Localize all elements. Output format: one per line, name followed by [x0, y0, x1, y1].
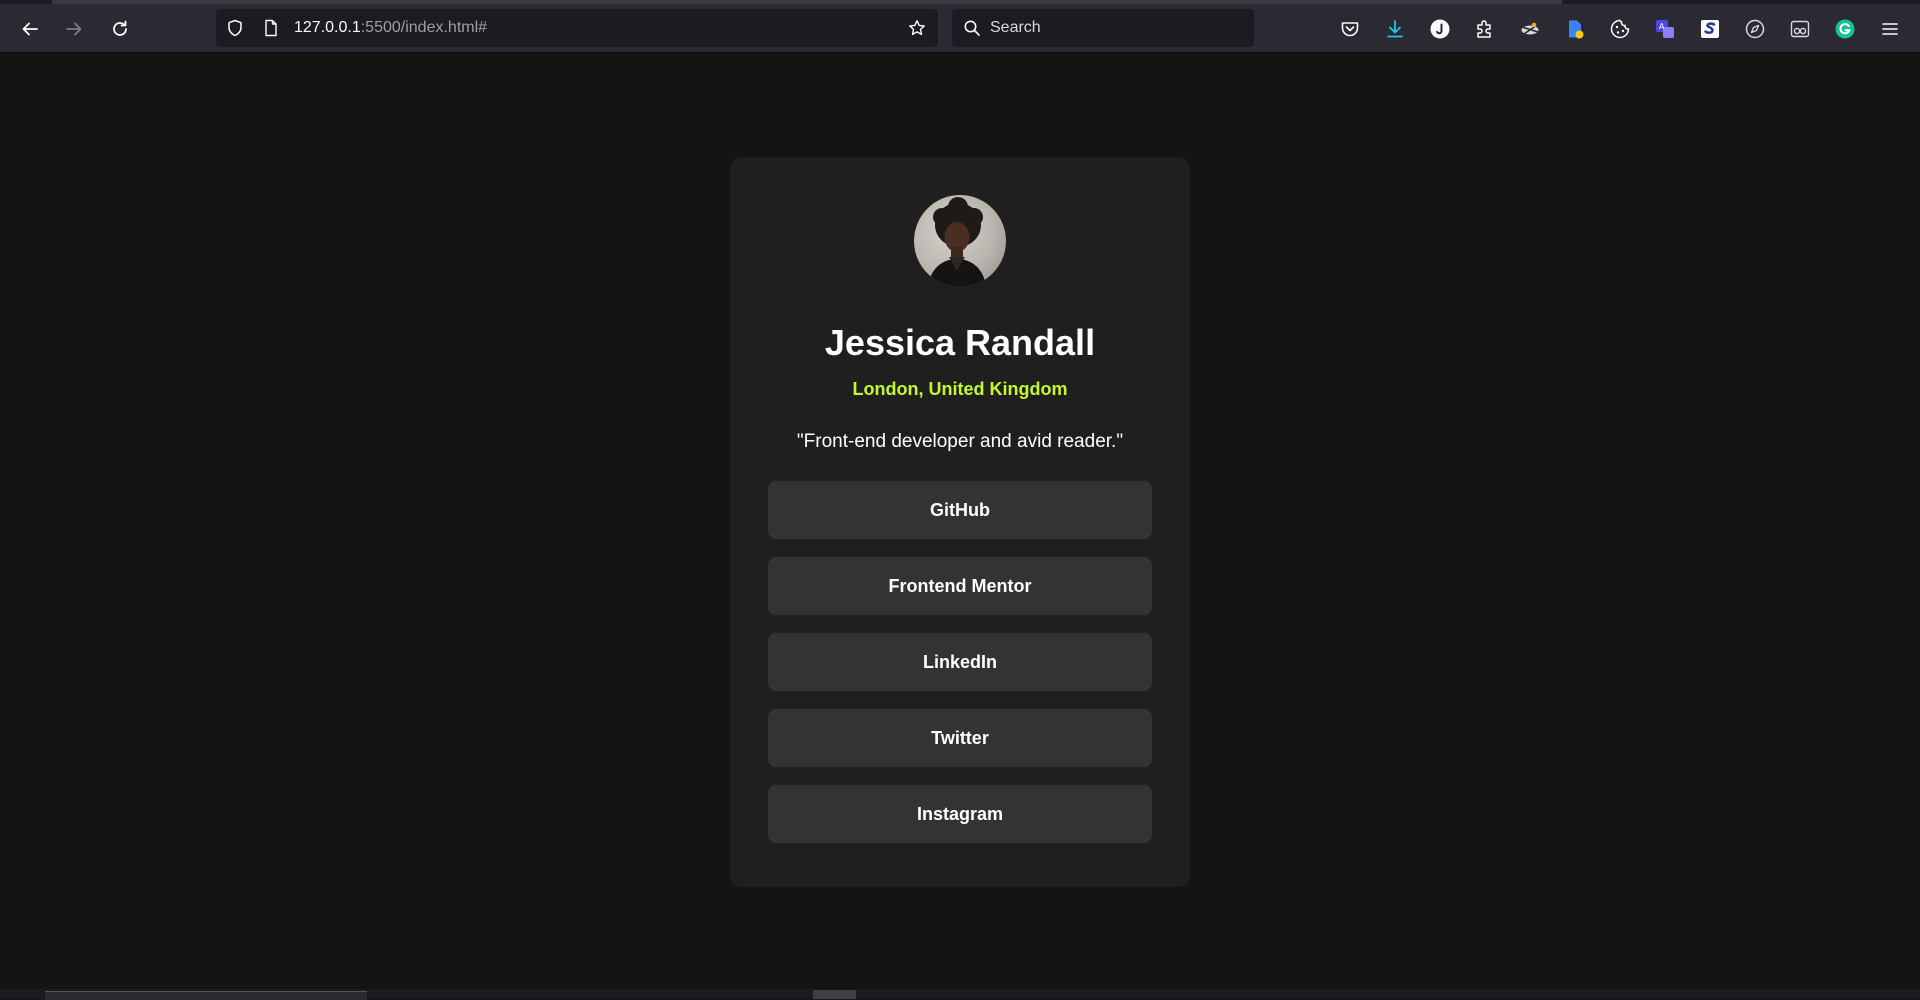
reload-button[interactable]	[104, 13, 136, 45]
app-menu-button[interactable]	[1877, 16, 1903, 42]
glasses-icon	[1790, 20, 1810, 38]
reload-icon	[113, 20, 127, 36]
translate-icon: A	[1656, 20, 1674, 38]
horizontal-scrollbar[interactable]	[813, 990, 856, 999]
search-bar[interactable]: Search	[952, 9, 1254, 47]
url-host: 127.0.0.1	[294, 19, 361, 36]
search-placeholder: Search	[990, 19, 1041, 36]
url-path: :5500/index.html#	[360, 19, 488, 36]
s-extension-button[interactable]	[1697, 16, 1723, 42]
star-icon[interactable]	[908, 19, 926, 37]
forward-button[interactable]	[58, 13, 90, 45]
pocket-icon	[1341, 22, 1359, 37]
profile-name: Jessica Randall	[824, 322, 1096, 363]
downloads-button[interactable]	[1382, 16, 1408, 42]
menu-icon	[1882, 23, 1898, 35]
translate-button[interactable]: A	[1652, 16, 1678, 42]
twitter-link-button[interactable]: Twitter	[768, 709, 1152, 767]
browser-toolbar: 127.0.0.1:5500/index.html# Search A	[0, 4, 1920, 53]
extensions-button[interactable]	[1472, 16, 1498, 42]
compass-icon	[1745, 19, 1765, 39]
forward-icon	[66, 22, 82, 36]
url-text[interactable]: 127.0.0.1:5500/index.html#	[294, 19, 487, 37]
avatar	[914, 195, 1006, 287]
j-extension-icon	[1430, 19, 1450, 39]
instagram-link-button[interactable]: Instagram	[768, 785, 1152, 843]
frontend-mentor-link-button[interactable]: Frontend Mentor	[768, 557, 1152, 615]
profile-bio: "Front-end developer and avid reader."	[796, 431, 1124, 452]
extension-icon	[1521, 22, 1539, 35]
profile-location: London, United Kingdom	[852, 379, 1068, 399]
compass-button[interactable]	[1742, 16, 1768, 42]
address-bar[interactable]: 127.0.0.1:5500/index.html#	[216, 9, 938, 47]
social-links: GitHub Frontend Mentor LinkedIn Twitter …	[768, 481, 1152, 861]
puzzle-icon	[1477, 20, 1491, 38]
s-extension-icon	[1701, 20, 1719, 38]
cookie-button[interactable]	[1607, 16, 1633, 42]
page-icon[interactable]	[262, 19, 280, 37]
back-icon	[22, 22, 38, 36]
grammarly-icon	[1835, 19, 1855, 39]
pocket-button[interactable]	[1337, 16, 1363, 42]
cookie-icon	[1610, 19, 1630, 39]
avatar-portrait	[928, 197, 986, 287]
github-link-button[interactable]: GitHub	[768, 481, 1152, 539]
grammarly-button[interactable]	[1832, 16, 1858, 42]
svg-text:A: A	[1659, 22, 1665, 31]
file-extension-button[interactable]	[1562, 16, 1588, 42]
j-extension-button[interactable]	[1427, 16, 1453, 42]
bottom-taskbar-strip	[0, 989, 1920, 1000]
glasses-button[interactable]	[1787, 16, 1813, 42]
back-button[interactable]	[14, 13, 46, 45]
file-extension-icon	[1569, 20, 1584, 39]
shield-icon[interactable]	[226, 19, 244, 37]
download-icon	[1387, 20, 1403, 38]
extension-button-5[interactable]	[1517, 16, 1543, 42]
linkedin-link-button[interactable]: LinkedIn	[768, 633, 1152, 691]
profile-card: Jessica Randall London, United Kingdom "…	[730, 157, 1190, 887]
search-icon	[964, 20, 980, 36]
